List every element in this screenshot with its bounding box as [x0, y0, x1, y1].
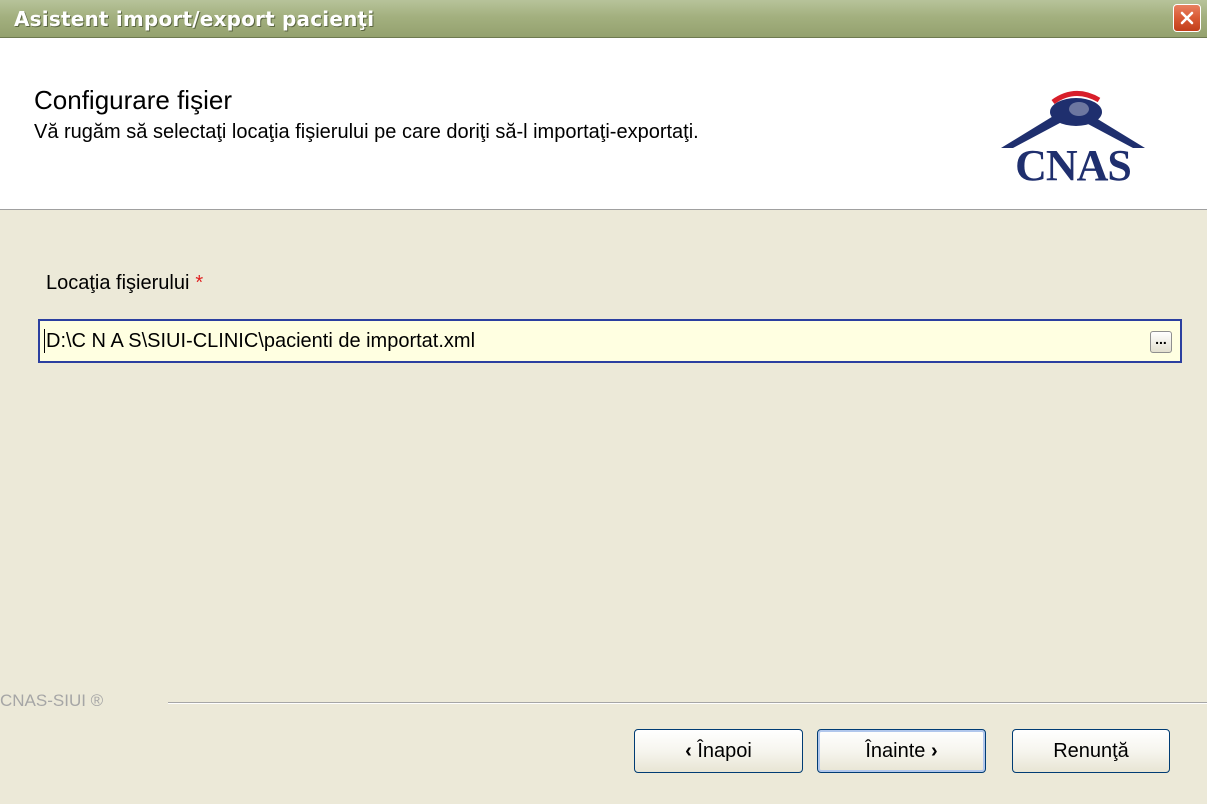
- file-path-value[interactable]: D:\C N A S\SIUI-CLINIC\pacienti de impor…: [46, 330, 475, 353]
- cnas-logo: CNAS: [983, 90, 1163, 190]
- window-title: Asistent import/export pacienţi: [14, 7, 375, 31]
- logo-text: CNAS: [1015, 141, 1132, 190]
- back-button[interactable]: ‹ Înapoi: [634, 729, 803, 773]
- close-icon: [1179, 10, 1195, 26]
- wizard-dialog: Asistent import/export pacienţi Configur…: [0, 0, 1207, 804]
- page-title: Configurare fişier: [34, 85, 232, 115]
- chevron-right-icon: ›: [925, 739, 938, 762]
- file-path-input[interactable]: D:\C N A S\SIUI-CLINIC\pacienti de impor…: [38, 319, 1182, 363]
- cancel-button-label: Renunţă: [1053, 739, 1129, 762]
- file-location-label-text: Locaţia fişierului: [46, 272, 190, 294]
- next-button[interactable]: Înainte ›: [817, 729, 986, 773]
- footer-brand: CNAS-SIUI ®: [0, 691, 112, 711]
- required-marker: *: [195, 272, 204, 294]
- back-button-label: Înapoi: [697, 739, 752, 762]
- cancel-button[interactable]: Renunţă: [1012, 729, 1170, 773]
- title-bar[interactable]: Asistent import/export pacienţi: [0, 0, 1207, 38]
- text-caret: [44, 329, 45, 353]
- next-button-label: Înainte: [865, 739, 926, 762]
- chevron-left-icon: ‹: [685, 739, 698, 762]
- file-location-label: Locaţia fişierului *: [46, 272, 203, 295]
- page-subtitle: Vă rugăm să selectaţi locaţia fişierului…: [34, 121, 699, 143]
- footer-divider: [168, 702, 1207, 704]
- close-button[interactable]: [1173, 4, 1201, 32]
- browse-button[interactable]: ...: [1150, 331, 1172, 353]
